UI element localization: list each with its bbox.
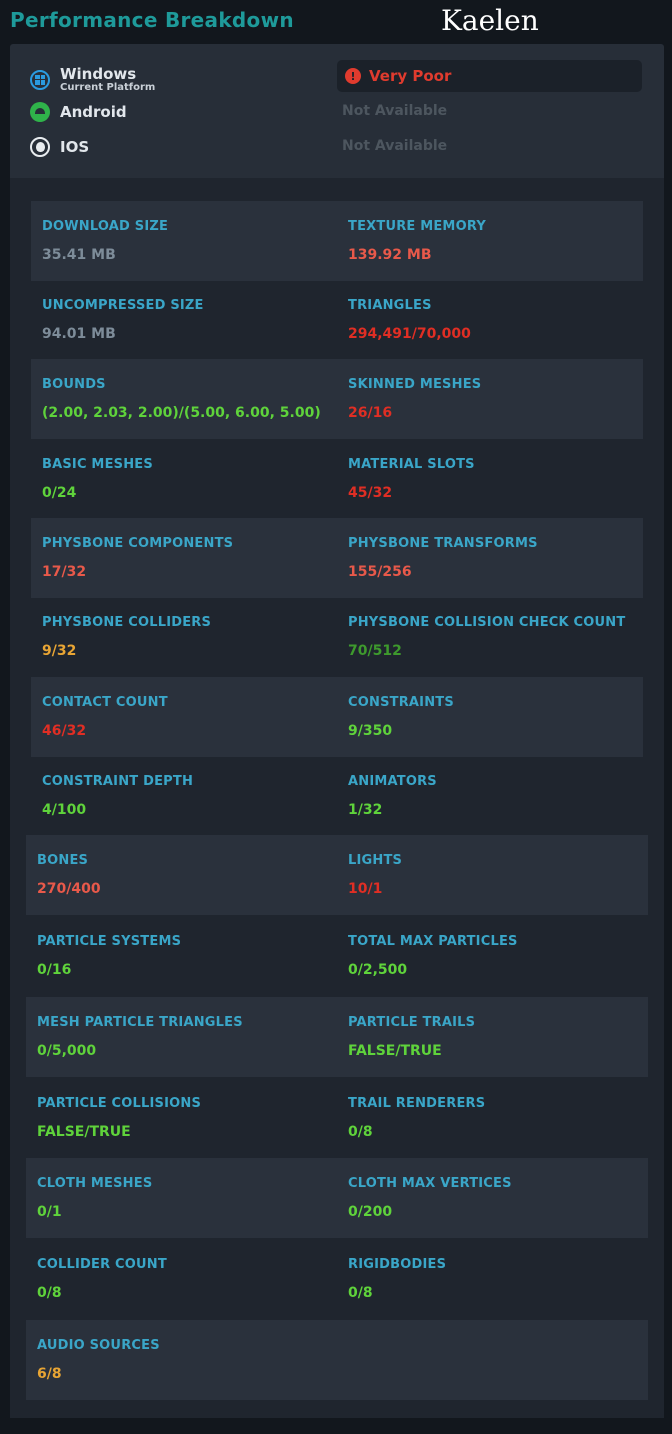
stat-value: 0/5,000 bbox=[37, 1043, 97, 1059]
stat-label: PARTICLE COLLISIONS bbox=[37, 1096, 202, 1111]
stat-value: 9/32 bbox=[42, 643, 77, 659]
stat-row: PHYSBONE COLLIDERS 9/32 PHYSBONE COLLISION… bbox=[31, 597, 643, 677]
stat-label: RIGIDBODIES bbox=[348, 1257, 447, 1272]
platform-name-ios: IOS bbox=[60, 138, 90, 156]
stat-label: PARTICLE SYSTEMS bbox=[37, 934, 182, 949]
stat-row: PARTICLE COLLISIONS FALSE/TRUE TRAIL RENDE… bbox=[26, 1078, 648, 1158]
platform-subtitle: Current Platform bbox=[60, 82, 156, 93]
stat-row: BONES 270/400 LIGHTS 10/1 bbox=[26, 835, 648, 915]
stat-value: 270/400 bbox=[37, 881, 101, 897]
rating-text: Very Poor bbox=[369, 67, 452, 85]
stat-value: 10/1 bbox=[348, 881, 383, 897]
stat-label: CONTACT COUNT bbox=[42, 695, 168, 710]
stat-value: 155/256 bbox=[348, 564, 412, 580]
page-title: Performance Breakdown bbox=[10, 8, 294, 32]
stat-row: CONTACT COUNT 46/32 CONSTRAINTS 9/350 bbox=[31, 677, 643, 757]
stat-label: PARTICLE TRAILS bbox=[348, 1015, 476, 1030]
stat-label: TRIANGLES bbox=[348, 298, 432, 313]
stat-value: 46/32 bbox=[42, 723, 87, 739]
stat-value: FALSE/TRUE bbox=[37, 1124, 131, 1140]
stat-label: SKINNED MESHES bbox=[348, 377, 482, 392]
stat-label: BASIC MESHES bbox=[42, 457, 153, 472]
stat-row: BOUNDS (2.00, 2.03, 2.00)/(5.00, 6.00, 5.… bbox=[31, 359, 643, 439]
stat-label: UNCOMPRESSED SIZE bbox=[42, 298, 204, 313]
stat-label: CLOTH MAX VERTICES bbox=[348, 1176, 512, 1191]
ios-status: Not Available bbox=[342, 138, 448, 154]
platform-name-windows: Windows bbox=[60, 65, 137, 83]
stat-row: PHYSBONE COMPONENTS 17/32 PHYSBONE TRANSFO… bbox=[31, 518, 643, 598]
stat-label: CONSTRAINTS bbox=[348, 695, 454, 710]
stat-value: 70/512 bbox=[348, 643, 402, 659]
stat-value: 0/24 bbox=[42, 485, 77, 501]
stat-value: 139.92 MB bbox=[348, 247, 432, 263]
stat-label: PHYSBONE COLLISION CHECK COUNT bbox=[348, 615, 626, 630]
stat-row: DOWNLOAD SIZE 35.41 MB TEXTURE MEMORY 139.9… bbox=[31, 201, 643, 281]
stat-label: PHYSBONE COMPONENTS bbox=[42, 536, 234, 551]
stat-label: DOWNLOAD SIZE bbox=[42, 219, 169, 234]
stat-label: COLLIDER COUNT bbox=[37, 1257, 167, 1272]
stat-label: MESH PARTICLE TRIANGLES bbox=[37, 1015, 243, 1030]
platform-android[interactable]: Android bbox=[30, 102, 127, 122]
android-status: Not Available bbox=[342, 103, 448, 119]
stat-value: 0/16 bbox=[37, 962, 72, 978]
rating-badge: ! Very Poor bbox=[337, 60, 642, 92]
stat-row: PARTICLE SYSTEMS 0/16 TOTAL MAX PARTICLES 0… bbox=[26, 916, 648, 996]
stat-row: CONSTRAINT DEPTH 4/100 ANIMATORS 1/32 bbox=[31, 756, 643, 836]
platform-ios[interactable]: IOS bbox=[30, 137, 89, 157]
stat-value: (2.00, 2.03, 2.00)/(5.00, 6.00, 5.00) bbox=[42, 405, 321, 421]
stat-value: 294,491/70,000 bbox=[348, 326, 471, 342]
stat-label: MATERIAL SLOTS bbox=[348, 457, 475, 472]
stat-value: 35.41 MB bbox=[42, 247, 116, 263]
apple-icon bbox=[30, 137, 50, 157]
stat-value: 0/2,500 bbox=[348, 962, 408, 978]
platform-name-android: Android bbox=[60, 103, 127, 121]
stat-row: MESH PARTICLE TRIANGLES 0/5,000 PARTICLE T… bbox=[26, 997, 648, 1077]
stat-value: 17/32 bbox=[42, 564, 87, 580]
stat-value: 6/8 bbox=[37, 1366, 62, 1382]
stat-value: 0/8 bbox=[348, 1285, 373, 1301]
platform-windows[interactable]: Windows Current Platform bbox=[30, 66, 155, 93]
stat-label: AUDIO SOURCES bbox=[37, 1338, 160, 1353]
stat-row: UNCOMPRESSED SIZE 94.01 MB TRIANGLES 294,49… bbox=[31, 280, 643, 360]
stat-value: 0/1 bbox=[37, 1204, 62, 1220]
stat-value: 26/16 bbox=[348, 405, 393, 421]
avatar-name: Kaelen bbox=[441, 4, 539, 37]
warning-icon: ! bbox=[345, 68, 361, 84]
android-icon bbox=[30, 102, 50, 122]
stat-value: 1/32 bbox=[348, 802, 383, 818]
stat-value: 94.01 MB bbox=[42, 326, 116, 342]
stat-value: 45/32 bbox=[348, 485, 393, 501]
platform-panel: Windows Current Platform Android IOS ! V… bbox=[10, 44, 664, 178]
stat-label: ANIMATORS bbox=[348, 774, 437, 789]
stat-value: 0/200 bbox=[348, 1204, 393, 1220]
stat-label: PHYSBONE TRANSFORMS bbox=[348, 536, 538, 551]
stat-label: BONES bbox=[37, 853, 89, 868]
stat-label: BOUNDS bbox=[42, 377, 106, 392]
stat-label: TEXTURE MEMORY bbox=[348, 219, 486, 234]
stat-label: LIGHTS bbox=[348, 853, 403, 868]
stat-row: AUDIO SOURCES 6/8 bbox=[26, 1320, 648, 1400]
stat-value: 0/8 bbox=[348, 1124, 373, 1140]
stat-value: 9/350 bbox=[348, 723, 393, 739]
stat-label: CLOTH MESHES bbox=[37, 1176, 153, 1191]
stat-row: CLOTH MESHES 0/1 CLOTH MAX VERTICES 0/200 bbox=[26, 1158, 648, 1238]
stat-value: FALSE/TRUE bbox=[348, 1043, 442, 1059]
stat-value: 4/100 bbox=[42, 802, 87, 818]
stat-label: TRAIL RENDERERS bbox=[348, 1096, 486, 1111]
windows-icon bbox=[30, 69, 50, 90]
stat-label: TOTAL MAX PARTICLES bbox=[348, 934, 518, 949]
stat-value: 0/8 bbox=[37, 1285, 62, 1301]
stat-row: COLLIDER COUNT 0/8 RIGIDBODIES 0/8 bbox=[26, 1239, 648, 1319]
stat-label: CONSTRAINT DEPTH bbox=[42, 774, 194, 789]
stat-row: BASIC MESHES 0/24 MATERIAL SLOTS 45/32 bbox=[31, 439, 643, 519]
stat-label: PHYSBONE COLLIDERS bbox=[42, 615, 212, 630]
